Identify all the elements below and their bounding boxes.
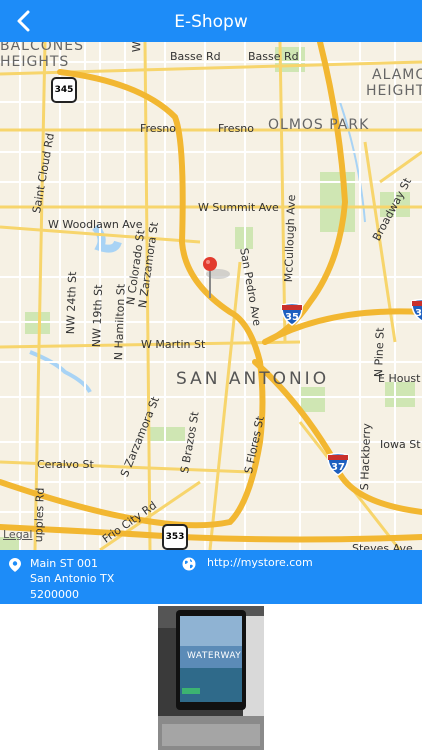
label-nw19: NW 19th St xyxy=(90,284,106,348)
label-supples: upples Rd xyxy=(32,487,47,543)
store-info-bar: Main ST 001 San Antonio TX 5200000 http:… xyxy=(0,550,422,604)
label-basse1: Basse Rd xyxy=(170,50,221,63)
label-fresno1: Fresno xyxy=(140,122,177,135)
label-west: West xyxy=(130,42,144,52)
address-line2: San Antonio TX xyxy=(30,572,115,585)
globe-icon xyxy=(182,557,196,571)
label-summit: W Summit Ave xyxy=(198,201,279,214)
interstate-35-shield: 35 xyxy=(280,302,304,326)
label-steves: Steves Ave xyxy=(352,542,413,550)
interstate-35b-shield: 35 xyxy=(410,298,422,322)
label-san-antonio: SAN ANTONIO xyxy=(176,369,330,389)
label-iowa: Iowa St xyxy=(380,438,421,451)
label-woodlawn: W Woodlawn Ave xyxy=(48,218,143,231)
photo-screen-text: WATERWAY xyxy=(187,651,242,661)
label-olmos-park: OLMOS PARK xyxy=(268,117,370,133)
address-line1: Main ST 001 xyxy=(30,557,98,570)
highway-345-shield: 345 xyxy=(51,77,77,103)
label-balcones: BALCONES xyxy=(0,42,84,54)
map-view[interactable]: BALCONES HEIGHTS ALAMO HEIGHTS OLMOS PAR… xyxy=(0,42,422,550)
label-martin: W Martin St xyxy=(141,338,206,351)
label-basse2: Basse Rd xyxy=(248,50,299,63)
label-fresno2: Fresno xyxy=(218,122,255,135)
label-ceralvo: Ceralvo St xyxy=(37,458,94,471)
interstate-37-shield: 37 xyxy=(326,452,350,476)
location-pin-icon xyxy=(9,558,21,572)
store-photo: WATERWAY xyxy=(158,606,264,750)
label-pine: N Pine St xyxy=(372,327,387,378)
legal-link[interactable]: Legal xyxy=(3,528,32,541)
label-alamo-heights: HEIGHTS xyxy=(366,83,422,99)
label-houston: E Houst xyxy=(378,372,421,385)
label-hackberry: S Hackberry xyxy=(358,423,374,491)
label-alamo: ALAMO xyxy=(372,67,422,83)
label-nw24: NW 24th St xyxy=(64,271,80,335)
website-link[interactable]: http://mystore.com xyxy=(207,556,313,569)
phone-number[interactable]: 5200000 xyxy=(30,588,79,601)
map-pin-icon[interactable] xyxy=(201,256,219,300)
nav-bar: E-Shopw xyxy=(0,0,422,42)
page-title: E-Shopw xyxy=(174,12,248,32)
highway-353-shield: 353 xyxy=(162,524,188,550)
label-heights: HEIGHTS xyxy=(0,54,70,70)
